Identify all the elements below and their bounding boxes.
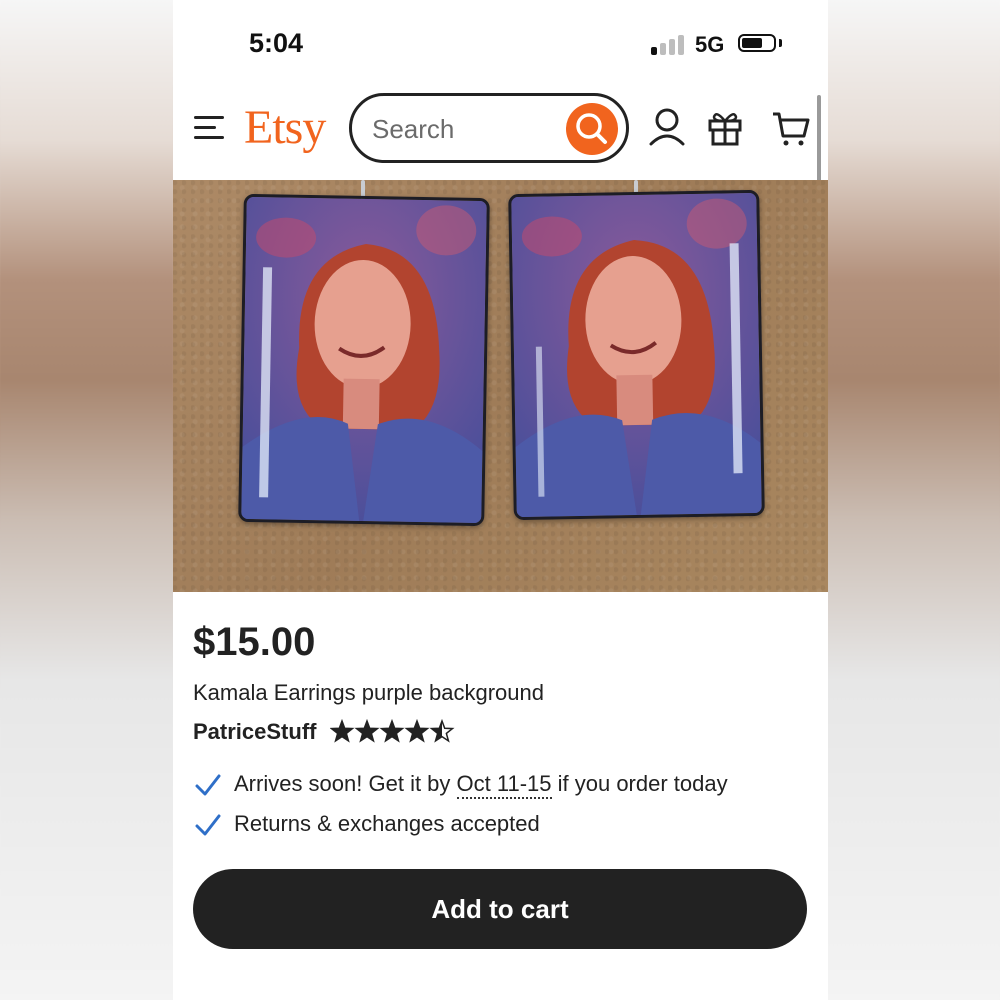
shipping-dates[interactable]: Oct 11-15 (456, 771, 552, 799)
search-input[interactable] (370, 110, 554, 148)
gift-icon[interactable] (706, 108, 744, 148)
check-icon (195, 814, 221, 836)
cart-icon[interactable] (771, 108, 811, 148)
battery-icon (738, 34, 776, 52)
rating-star (379, 719, 405, 743)
earring-right (508, 189, 765, 521)
shipping-prefix: Arrives soon! Get it by (234, 771, 457, 796)
search-button[interactable] (566, 103, 618, 155)
etsy-logo[interactable]: Etsy (244, 100, 326, 155)
search-icon (576, 113, 607, 144)
rating-star (354, 719, 380, 743)
account-icon[interactable] (649, 108, 685, 148)
returns-policy: Returns & exchanges accepted (234, 811, 540, 836)
price: $15.00 (193, 620, 316, 664)
rating-stars[interactable] (330, 719, 460, 745)
earring-left (238, 193, 490, 527)
shipping-suffix: if you order today (551, 771, 728, 796)
rating-star (404, 719, 430, 743)
shop-name[interactable]: PatriceStuff (193, 719, 316, 745)
menu-icon[interactable] (194, 116, 226, 142)
status-time: 5:04 (249, 28, 304, 58)
listing-title[interactable]: Kamala Earrings purple background (193, 680, 544, 706)
phone-screen: 5:04 5G Etsy Search $15.00 Kamala Earrin… (173, 0, 828, 1000)
rating-star (429, 719, 455, 743)
check-icon (195, 774, 221, 796)
search-bar[interactable] (349, 93, 629, 163)
signal-icon (651, 33, 687, 55)
product-image[interactable] (173, 180, 828, 592)
rating-star (330, 719, 355, 743)
earring-portrait (241, 196, 487, 524)
battery-tip (779, 39, 782, 47)
earring-portrait (511, 192, 762, 518)
background-blur-right (827, 0, 1000, 1000)
background-blur-left (0, 0, 173, 1000)
add-to-cart-button[interactable]: Add to cart (193, 869, 807, 949)
network-type: 5G (695, 32, 725, 57)
shipping-estimate: Arrives soon! Get it by Oct 11-15 if you… (234, 771, 728, 799)
